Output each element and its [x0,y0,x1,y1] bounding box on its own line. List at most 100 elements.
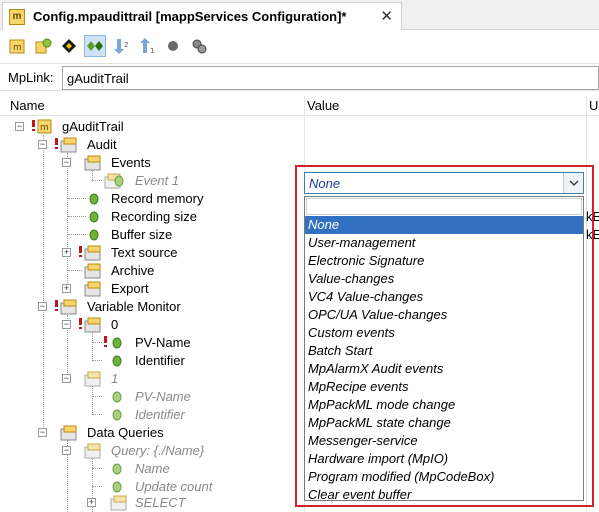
expand-icon[interactable]: + [87,498,96,507]
move-up-icon[interactable]: 1 [136,35,158,57]
group-icon [84,443,102,459]
group-icon [110,495,128,511]
tree-label: Record memory [111,191,204,206]
tree-guide [92,414,102,415]
dropdown-option[interactable]: User-management [305,234,583,252]
tree-guide [68,216,86,217]
tree-label: SELECT [135,495,186,510]
column-header: Name Value U [0,96,599,116]
tree-row-root[interactable]: − m gAuditTrail [0,118,599,136]
tree-label: Events [111,155,151,170]
required-marker-icon [55,138,58,149]
required-marker-icon [104,336,107,347]
tree-guide [92,396,102,397]
tree-label: Identifier [135,407,185,422]
event-type-combobox[interactable]: None [304,172,584,194]
tree-label: Data Queries [87,425,164,440]
tree-label: Identifier [135,353,185,368]
tree-label: Export [111,281,149,296]
column-value[interactable]: Value [307,98,339,113]
svg-text:2: 2 [124,41,128,49]
tree-label: 0 [111,317,119,332]
tree-label: 1 [111,371,119,386]
tree-label: PV-Name [135,335,191,350]
required-marker-icon [79,246,82,257]
required-marker-icon [79,318,82,329]
dropdown-option[interactable]: Batch Start [305,342,583,360]
toolbar: m 2 1 [0,31,599,61]
collapse-icon[interactable]: − [62,158,71,167]
dropdown-option[interactable]: Clear event buffer [305,486,583,504]
dropdown-option[interactable]: Custom events [305,324,583,342]
collapse-icon[interactable]: − [38,428,47,437]
tree-label: Event 1 [135,173,180,188]
tree-row-audit[interactable]: − Audit [0,136,599,154]
mplink-input[interactable] [62,66,599,90]
parameter-icon [112,391,122,403]
dropdown-option[interactable]: None [305,216,583,234]
group-icon [60,137,78,153]
parameter-icon [114,175,124,187]
tree-label: Variable Monitor [87,299,181,314]
group-icon [60,425,78,441]
parameter-icon [89,229,99,241]
move-down-icon[interactable]: 2 [110,35,132,57]
tree-label: Update count [135,479,213,494]
dropdown-filter-input[interactable] [306,198,582,215]
parameter-icon [112,481,122,493]
dropdown-option[interactable]: MpAlarmX Audit events [305,360,583,378]
dropdown-option[interactable]: Messenger-service [305,432,583,450]
dropdown-option[interactable]: Hardware import (MpIO) [305,450,583,468]
collapse-icon[interactable]: − [62,320,71,329]
collapse-icon[interactable]: − [38,140,47,149]
dropdown-option[interactable]: Program modified (MpCodeBox) [305,468,583,486]
navigate-icon[interactable] [58,35,80,57]
expand-icon[interactable]: + [62,248,71,257]
parameter-icon [89,211,99,223]
group-icon [84,263,102,279]
tree-label: gAuditTrail [62,119,124,134]
svg-text:m: m [40,123,49,133]
group-icon [60,299,78,315]
diamond-active-icon[interactable] [84,35,106,57]
config-icon[interactable]: m [6,35,28,57]
add-icon[interactable] [32,35,54,57]
close-icon[interactable]: ✕ [380,7,393,25]
tree-label: Query: {./Name} [111,443,205,458]
chevron-down-icon[interactable] [563,173,583,193]
parameter-icon [112,337,122,349]
column-unit[interactable]: U [589,98,598,113]
dropdown-option[interactable]: VC4 Value-changes [305,288,583,306]
tree-label: Text source [111,245,178,260]
svg-text:m: m [13,43,22,53]
tree-label: Audit [87,137,117,152]
gears-icon[interactable] [188,35,210,57]
tree-guide [92,360,102,361]
combobox-value: None [309,176,341,191]
dropdown-option[interactable]: Electronic Signature [305,252,583,270]
tree-guide [92,342,102,343]
circle-icon[interactable] [162,35,184,57]
expand-icon[interactable]: + [62,284,71,293]
parameter-icon [112,463,122,475]
group-icon [84,245,102,261]
tree-guide [92,486,102,487]
dropdown-option[interactable]: Value-changes [305,270,583,288]
dropdown-option[interactable]: MpPackML mode change [305,396,583,414]
dropdown-option[interactable]: MpPackML state change [305,414,583,432]
column-name[interactable]: Name [10,98,45,113]
dropdown-option[interactable]: OPC/UA Value-changes [305,306,583,324]
tree-label: Recording size [111,209,197,224]
event-type-dropdown-list[interactable]: None User-management Electronic Signature V… [304,196,584,504]
tree-label: Buffer size [111,227,173,242]
collapse-icon[interactable]: − [62,374,71,383]
tree-guide [68,234,86,235]
tab-bar: m Config.mpaudittrail [mappServices Conf… [0,0,599,30]
tree-guide [92,180,102,181]
collapse-icon[interactable]: − [38,302,47,311]
collapse-icon[interactable]: − [15,122,24,131]
collapse-icon[interactable]: − [62,446,71,455]
mplink-row: MpLink: [0,63,599,91]
dropdown-option[interactable]: MpRecipe events [305,378,583,396]
tab-config-mpaudittrail[interactable]: m Config.mpaudittrail [mappServices Conf… [2,2,402,30]
